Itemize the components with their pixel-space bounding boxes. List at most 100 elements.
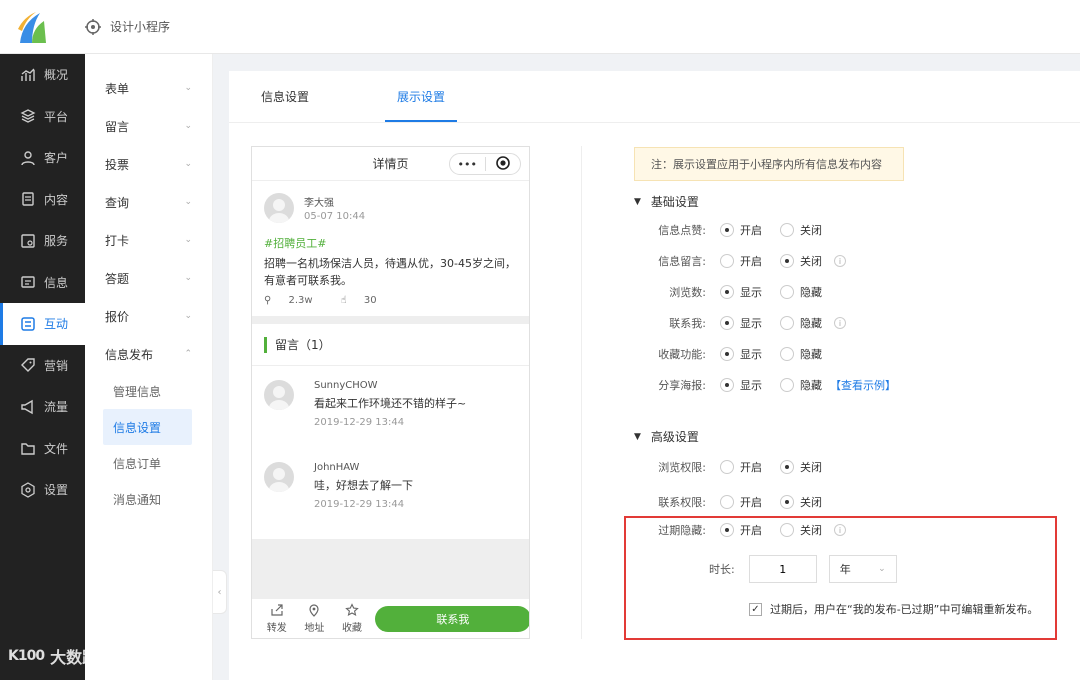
comment-time: 2019-12-29 13:44 [314, 499, 405, 510]
interact-icon [21, 317, 35, 331]
comment-author: JohnHAW [314, 462, 360, 473]
setting-like: 信息点赞: 开启 关闭 [658, 222, 822, 238]
watermark-logo: K100 [8, 648, 45, 664]
radio-like-off[interactable]: 关闭 [780, 222, 822, 238]
chevron-down-icon: ⌄ [184, 197, 192, 207]
avatar [264, 193, 294, 223]
chevron-down-icon: ⌄ [184, 273, 192, 283]
sidebar-item-platform[interactable]: 平台 [0, 96, 85, 138]
radio-contact-perm-on[interactable]: 开启 [720, 494, 762, 510]
advanced-settings-title[interactable]: ▼ 高级设置 [634, 428, 699, 445]
radio-contact-show[interactable]: 显示 [720, 315, 762, 331]
watermark: K100 大数跨境 [8, 644, 114, 668]
post-card: 李大强 05-07 10:44 #招聘员工# 招聘一名机场保洁人员，待遇从优，3… [252, 181, 529, 316]
sidebar-item-files[interactable]: 文件 [0, 428, 85, 470]
highlight-box [624, 516, 1057, 640]
submenu-child-notifications[interactable]: 消息通知 [85, 481, 212, 517]
chevron-up-icon: ⌃ [184, 349, 192, 359]
phone-footer: 转发 地址 收藏 联系我 [252, 598, 529, 638]
submenu-item-form[interactable]: 表单 ⌄ [85, 69, 212, 107]
phone-header: 详情页 ••• [252, 147, 529, 181]
submenu-item-checkin[interactable]: 打卡 ⌄ [85, 221, 212, 259]
sidebar-item-interaction[interactable]: 互动 [0, 303, 85, 345]
radio-comment-off[interactable]: 关闭 [780, 253, 822, 269]
avatar [264, 380, 294, 410]
tag-icon [21, 358, 35, 373]
radio-views-hide[interactable]: 隐藏 [780, 284, 822, 300]
contact-me-button[interactable]: 联系我 [374, 605, 529, 632]
post-likes: ☝ 30 [340, 295, 377, 306]
submenu-child-manage[interactable]: 管理信息 [85, 373, 212, 409]
sidebar-item-marketing[interactable]: 营销 [0, 345, 85, 387]
sidebar-item-service[interactable]: 服务 [0, 220, 85, 262]
views-icon: ⚲ [264, 295, 272, 306]
comment-time: 2019-12-29 13:44 [314, 417, 405, 428]
document-icon [22, 192, 34, 206]
tab-display-settings[interactable]: 展示设置 [385, 71, 458, 122]
submenu-child-info-settings[interactable]: 信息设置 [103, 409, 192, 445]
top-bar: 设计小程序 [0, 0, 1080, 54]
layers-icon [20, 109, 36, 123]
comment-text: 哇，好想去了解一下 [314, 479, 413, 492]
submenu-item-quiz[interactable]: 答题 ⌄ [85, 259, 212, 297]
sidebar-item-customer[interactable]: 客户 [0, 137, 85, 179]
comment-author: SunnyCHOW [314, 380, 378, 391]
user-icon [21, 151, 35, 165]
submenu-item-quote[interactable]: 报价 ⌄ [85, 297, 212, 335]
share-button[interactable]: 转发 [258, 603, 296, 634]
view-example-link[interactable]: 【查看示例】 [830, 377, 896, 393]
favorite-button[interactable]: 收藏 [333, 603, 371, 634]
chevron-down-icon: ⌄ [184, 311, 192, 321]
sidebar-item-content[interactable]: 内容 [0, 179, 85, 221]
post-time: 05-07 10:44 [304, 211, 366, 222]
radio-views-show[interactable]: 显示 [720, 284, 762, 300]
phone-preview: 详情页 ••• 李大强 05-07 10:44 #招聘员工# 招聘一名机场保洁人… [251, 146, 530, 639]
tab-info-settings[interactable]: 信息设置 [249, 71, 321, 122]
megaphone-icon [21, 399, 33, 414]
chevron-down-icon: ⌄ [184, 83, 192, 93]
submenu-item-query[interactable]: 查询 ⌄ [85, 183, 212, 221]
submenu-item-message[interactable]: 留言 ⌄ [85, 107, 212, 145]
post-views: ⚲ 2.3w [264, 295, 313, 306]
submenu-item-info-publish[interactable]: 信息发布 ⌃ [85, 335, 212, 373]
sidebar-item-settings[interactable]: 设置 [0, 469, 85, 511]
radio-contact-perm-off[interactable]: 关闭 [780, 494, 822, 510]
basic-settings-title[interactable]: ▼ 基础设置 [634, 193, 699, 210]
sidebar-item-traffic[interactable]: 流量 [0, 386, 85, 428]
list-item: SunnyCHOW 看起来工作环境还不错的样子~ 2019-12-29 13:4… [252, 366, 529, 448]
radio-contact-hide[interactable]: 隐藏 [780, 315, 822, 331]
setting-views: 浏览数: 显示 隐藏 [669, 284, 822, 300]
radio-poster-hide[interactable]: 隐藏 [780, 377, 822, 393]
submenu-child-orders[interactable]: 信息订单 [85, 445, 212, 481]
address-button[interactable]: 地址 [296, 603, 334, 634]
radio-browse-off[interactable]: 关闭 [780, 459, 822, 475]
radio-favorite-show[interactable]: 显示 [720, 346, 762, 362]
radio-comment-on[interactable]: 开启 [720, 253, 762, 269]
list-item: JohnHAW 哇，好想去了解一下 2019-12-29 13:44 [252, 448, 529, 530]
more-icon: ••• [457, 157, 477, 171]
chart-icon [21, 68, 35, 81]
chevron-down-icon: ⌄ [184, 235, 192, 245]
chevron-down-icon: ⌄ [184, 121, 192, 131]
settings-note: 注：展示设置应用于小程序内所有信息发布内容 [634, 147, 904, 181]
share-icon [271, 604, 283, 616]
info-icon[interactable]: i [834, 255, 846, 267]
collapse-menu-handle[interactable]: ‹ [213, 570, 227, 614]
radio-poster-show[interactable]: 显示 [720, 377, 762, 393]
radio-browse-on[interactable]: 开启 [720, 459, 762, 475]
secondary-menu: 表单 ⌄ 留言 ⌄ 投票 ⌄ 查询 ⌄ 打卡 ⌄ 答题 ⌄ 报价 ⌄ 信息发布 ⌃ 管理信息 信… [85, 54, 213, 680]
app-switcher[interactable]: 设计小程序 [84, 18, 170, 36]
info-icon[interactable]: i [834, 317, 846, 329]
submenu-item-vote[interactable]: 投票 ⌄ [85, 145, 212, 183]
radio-favorite-hide[interactable]: 隐藏 [780, 346, 822, 362]
comments-title: 留言（1） [252, 324, 529, 366]
post-author: 李大强 [304, 198, 334, 209]
setting-browse-permission: 浏览权限: 开启 关闭 [658, 459, 822, 475]
radio-like-on[interactable]: 开启 [720, 222, 762, 238]
sidebar-item-info[interactable]: 信息 [0, 262, 85, 304]
close-target-icon [486, 155, 521, 173]
chevron-down-icon: ⌄ [184, 159, 192, 169]
folder-icon [21, 443, 35, 455]
sidebar-item-overview[interactable]: 概况 [0, 54, 85, 96]
tab-bar: 信息设置 展示设置 [229, 71, 1080, 123]
